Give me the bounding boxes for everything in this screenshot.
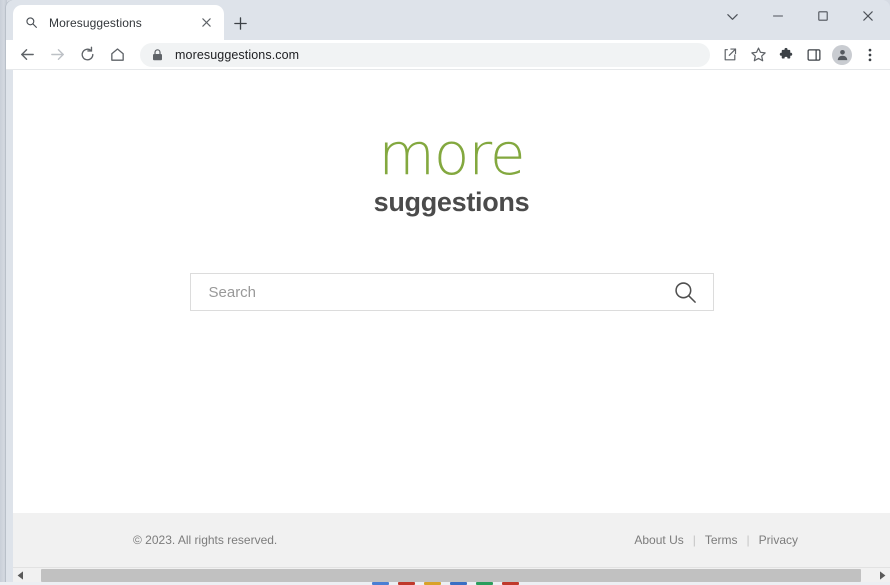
close-icon[interactable] <box>196 13 216 33</box>
back-arrow-icon[interactable] <box>12 41 42 69</box>
footer-link-privacy[interactable]: Privacy <box>759 533 798 547</box>
site-logo: more suggestions <box>13 125 890 216</box>
left-arrow-icon[interactable] <box>13 568 28 583</box>
search-row <box>13 273 890 311</box>
footer-separator: | <box>746 533 750 547</box>
search-icon <box>24 15 39 30</box>
home-icon[interactable] <box>102 41 132 69</box>
reload-icon[interactable] <box>72 41 102 69</box>
page-content: more suggestions © 2023. All rights rese… <box>13 70 890 567</box>
address-bar-url: moresuggestions.com <box>175 47 300 62</box>
search-box[interactable] <box>189 273 714 311</box>
side-panel-icon[interactable] <box>800 41 828 69</box>
search-input[interactable] <box>208 274 673 310</box>
profile-avatar-icon[interactable] <box>828 41 856 69</box>
logo-word-more: more <box>378 120 525 188</box>
tab-search-button[interactable] <box>710 0 755 32</box>
tab-strip: Moresuggestions <box>6 0 890 40</box>
new-tab-button[interactable] <box>228 11 252 35</box>
lock-icon[interactable] <box>152 48 165 61</box>
page-footer: © 2023. All rights reserved. About Us | … <box>13 513 890 567</box>
browser-toolbar: moresuggestions.com <box>6 40 890 70</box>
horizontal-scrollbar[interactable] <box>13 567 890 583</box>
scrollbar-track[interactable] <box>28 567 875 583</box>
footer-separator: | <box>692 533 696 547</box>
tab-title: Moresuggestions <box>49 15 142 30</box>
footer-links: About Us | Terms | Privacy <box>634 533 798 547</box>
browser-window: Moresuggestions moresuggestions.com more… <box>6 0 890 585</box>
scrollbar-thumb[interactable] <box>41 568 861 582</box>
toolbar-actions <box>716 41 884 69</box>
footer-copyright: © 2023. All rights reserved. <box>133 533 278 547</box>
window-controls <box>710 0 890 40</box>
browser-tab-moresuggestions[interactable]: Moresuggestions <box>13 5 224 40</box>
maximize-button[interactable] <box>800 0 845 32</box>
footer-link-about-us[interactable]: About Us <box>634 533 683 547</box>
avatar <box>832 44 852 65</box>
page-viewport: more suggestions © 2023. All rights rese… <box>13 70 890 567</box>
magnifier-icon[interactable] <box>673 280 699 305</box>
address-bar[interactable]: moresuggestions.com <box>140 42 710 67</box>
right-arrow-icon[interactable] <box>875 568 890 583</box>
close-window-button[interactable] <box>845 0 890 32</box>
minimize-button[interactable] <box>755 0 800 32</box>
footer-link-terms[interactable]: Terms <box>705 533 738 547</box>
three-dot-menu-icon[interactable] <box>856 41 884 69</box>
logo-word-suggestions: suggestions <box>373 187 530 217</box>
star-icon[interactable] <box>744 41 772 69</box>
share-icon[interactable] <box>716 41 744 69</box>
forward-arrow-icon[interactable] <box>42 41 72 69</box>
puzzle-piece-icon[interactable] <box>772 41 800 69</box>
